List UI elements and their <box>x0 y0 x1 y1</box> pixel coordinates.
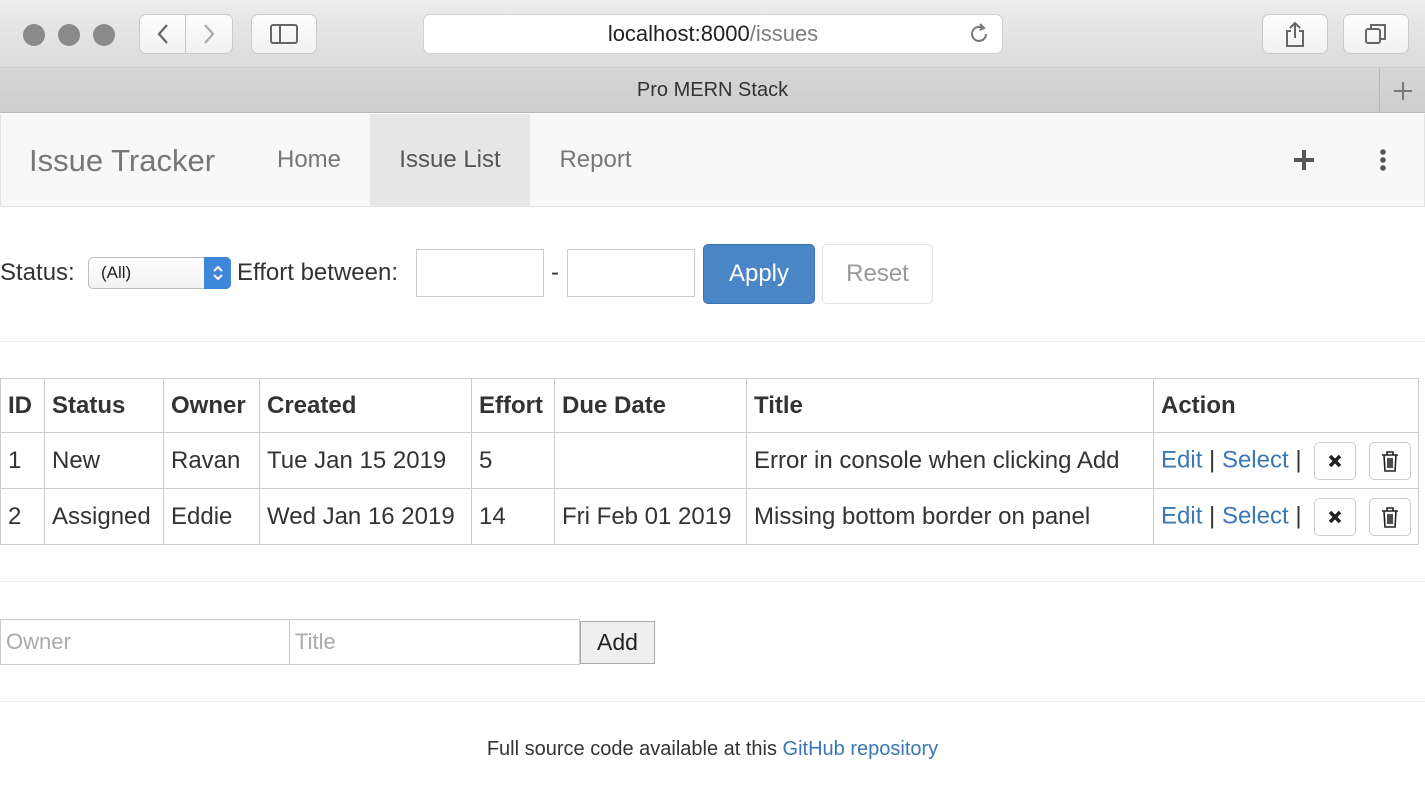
cell-effort: 14 <box>471 488 555 545</box>
browser-toolbar: localhost:8000/issues <box>0 0 1425 68</box>
cell-title: Missing bottom border on panel <box>746 488 1154 545</box>
header-effort: Effort <box>471 378 555 433</box>
footer-text: Full source code available at this <box>486 738 783 760</box>
header-id: ID <box>0 378 45 433</box>
effort-separator: - <box>551 259 559 286</box>
header-due-date: Due Date <box>554 378 747 433</box>
cell-due-date <box>554 432 747 489</box>
delete-issue-button[interactable] <box>1368 497 1411 536</box>
cell-owner: Ravan <box>163 432 260 489</box>
issue-filter: Status: (All) Effort between: - Apply Re… <box>0 243 1000 305</box>
trash-icon <box>1381 450 1398 472</box>
tab-bar: Pro MERN Stack <box>0 68 1425 113</box>
action-separator: | <box>1295 445 1302 473</box>
cell-action: Edit | Select | <box>1153 488 1419 545</box>
chevron-left-icon <box>157 24 168 44</box>
share-button[interactable] <box>1262 14 1328 54</box>
reload-icon[interactable] <box>968 23 990 51</box>
divider <box>0 341 1425 342</box>
nav-report[interactable]: Report <box>533 114 658 206</box>
create-issue-button[interactable] <box>1281 114 1327 206</box>
table-row: 2 Assigned Eddie Wed Jan 16 2019 14 Fri … <box>0 488 1419 545</box>
cell-created: Wed Jan 16 2019 <box>259 488 472 545</box>
active-tab-title[interactable]: Pro MERN Stack <box>0 68 1425 113</box>
table-row: 1 New Ravan Tue Jan 15 2019 5 Error in c… <box>0 432 1419 489</box>
reset-button[interactable]: Reset <box>822 244 933 304</box>
header-owner: Owner <box>163 378 260 433</box>
effort-label: Effort between: <box>237 259 398 286</box>
cell-due-date: Fri Feb 01 2019 <box>554 488 747 545</box>
header-title: Title <box>746 378 1154 433</box>
status-select[interactable]: (All) <box>88 257 231 289</box>
cell-id: 1 <box>0 432 45 489</box>
share-icon <box>1286 21 1304 47</box>
window-zoom-dot[interactable] <box>93 24 115 46</box>
divider <box>0 701 1425 702</box>
url-path: /issues <box>749 21 819 46</box>
cell-status: New <box>44 432 164 489</box>
footer: Full source code available at this GitHu… <box>0 738 1425 761</box>
cell-status: Assigned <box>44 488 164 545</box>
close-issue-button[interactable] <box>1314 441 1357 480</box>
apply-button[interactable]: Apply <box>703 244 815 304</box>
edit-link[interactable]: Edit <box>1161 502 1202 529</box>
brand-title[interactable]: Issue Tracker <box>29 114 215 207</box>
tabs-overview-button[interactable] <box>1343 14 1409 54</box>
cell-effort: 5 <box>471 432 555 489</box>
trash-icon <box>1381 506 1398 528</box>
effort-min-input[interactable] <box>416 249 544 297</box>
vertical-dots-icon <box>1380 149 1386 171</box>
sidebar-icon <box>270 24 298 44</box>
window-minimize-dot[interactable] <box>58 24 80 46</box>
chevron-right-icon <box>204 24 215 44</box>
back-button[interactable] <box>139 14 186 54</box>
select-link[interactable]: Select <box>1222 502 1289 529</box>
new-tab-button[interactable] <box>1379 68 1425 113</box>
url-host: localhost:8000 <box>607 21 750 46</box>
status-selected-value: (All) <box>101 263 132 282</box>
sidebar-toggle-button[interactable] <box>251 14 317 54</box>
app-navbar: Issue Tracker Home Issue List Report <box>0 114 1425 207</box>
header-created: Created <box>259 378 472 433</box>
close-issue-button[interactable] <box>1314 497 1357 536</box>
more-menu-button[interactable] <box>1363 114 1403 206</box>
cell-created: Tue Jan 15 2019 <box>259 432 472 489</box>
effort-max-input[interactable] <box>567 249 695 297</box>
tabs-icon <box>1365 24 1386 44</box>
edit-link[interactable]: Edit <box>1161 446 1202 473</box>
owner-input[interactable]: Owner <box>0 619 290 665</box>
nav-home[interactable]: Home <box>253 114 365 206</box>
select-link[interactable]: Select <box>1222 446 1289 473</box>
close-icon <box>1328 454 1342 467</box>
action-separator: | <box>1209 445 1216 473</box>
cell-action: Edit | Select | <box>1153 432 1419 489</box>
cell-owner: Eddie <box>163 488 260 545</box>
cell-title: Error in console when clicking Add <box>746 432 1154 489</box>
action-separator: | <box>1295 501 1302 529</box>
forward-button[interactable] <box>186 14 233 54</box>
title-input[interactable]: Title <box>289 619 580 665</box>
header-action: Action <box>1153 378 1419 433</box>
window-close-dot[interactable] <box>23 24 45 46</box>
plus-icon <box>1393 81 1412 100</box>
address-bar[interactable]: localhost:8000/issues <box>423 14 1003 54</box>
github-link[interactable]: GitHub repository <box>783 738 939 760</box>
issue-table: ID Status Owner Created Effort Due Date … <box>0 378 1419 545</box>
table-header-row: ID Status Owner Created Effort Due Date … <box>0 378 1419 433</box>
action-separator: | <box>1209 501 1216 529</box>
delete-issue-button[interactable] <box>1368 441 1411 480</box>
add-button[interactable]: Add <box>580 621 655 664</box>
status-label: Status: <box>0 259 75 286</box>
divider <box>0 581 1425 582</box>
cell-id: 2 <box>0 488 45 545</box>
select-arrows-icon <box>204 257 231 289</box>
nav-issue-list[interactable]: Issue List <box>370 114 530 206</box>
close-icon <box>1328 510 1342 523</box>
header-status: Status <box>44 378 164 433</box>
plus-icon <box>1294 150 1314 170</box>
